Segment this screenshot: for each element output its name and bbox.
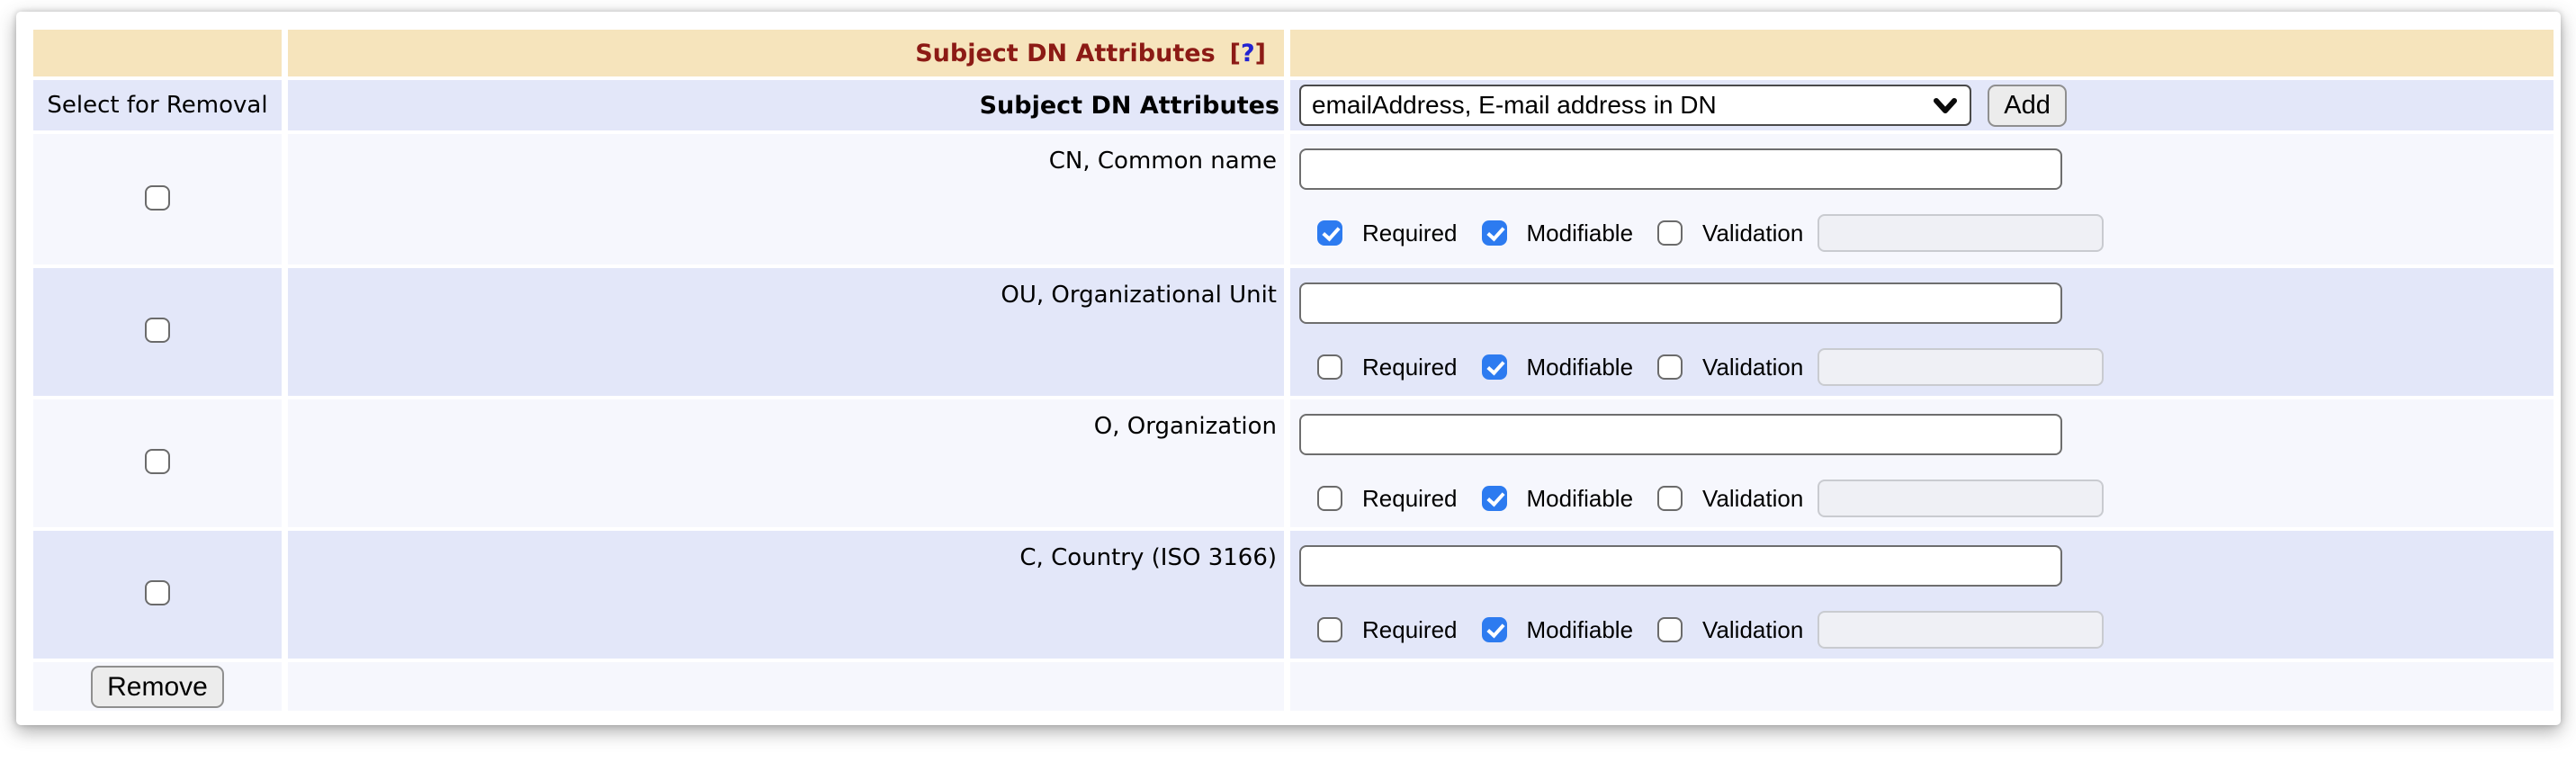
modifiable-label: Modifiable xyxy=(1527,220,1634,247)
section-header-row: Subject DN Attributes [?] xyxy=(33,30,2554,76)
validation-checkbox[interactable] xyxy=(1657,220,1683,246)
attribute-value-input[interactable] xyxy=(1299,282,2062,324)
removal-checkbox[interactable] xyxy=(145,449,170,474)
attribute-label: OU, Organizational Unit xyxy=(288,268,1284,396)
removal-checkbox[interactable] xyxy=(145,185,170,211)
attribute-value-input[interactable] xyxy=(1299,545,2062,587)
removal-checkbox[interactable] xyxy=(145,580,170,605)
modifiable-label: Modifiable xyxy=(1527,354,1634,381)
modifiable-checkbox[interactable] xyxy=(1482,486,1507,511)
validation-label: Validation xyxy=(1702,485,1803,513)
validation-checkbox[interactable] xyxy=(1657,617,1683,642)
attribute-select[interactable]: emailAddress, E-mail address in DN xyxy=(1299,85,1971,126)
modifiable-label: Modifiable xyxy=(1527,485,1634,513)
attribute-row-c: C, Country (ISO 3166) Required Modifiabl… xyxy=(33,531,2554,659)
help-bracket-left: [ xyxy=(1230,40,1241,67)
validation-checkbox[interactable] xyxy=(1657,354,1683,380)
section-title: Subject DN Attributes xyxy=(915,40,1215,67)
attribute-label: C, Country (ISO 3166) xyxy=(288,531,1284,659)
attribute-label: O, Organization xyxy=(288,399,1284,527)
validation-label: Validation xyxy=(1702,616,1803,644)
modifiable-checkbox[interactable] xyxy=(1482,220,1507,246)
required-label: Required xyxy=(1362,485,1458,513)
modifiable-checkbox[interactable] xyxy=(1482,617,1507,642)
attribute-selector-row: Select for Removal Subject DN Attributes… xyxy=(33,80,2554,130)
attribute-label: CN, Common name xyxy=(288,134,1284,264)
validation-label: Validation xyxy=(1702,220,1803,247)
subject-dn-attributes-table: Subject DN Attributes [?] Select for Remo… xyxy=(27,26,2560,714)
attribute-row-cn: CN, Common name Required Modifiable Vali… xyxy=(33,134,2554,264)
add-button[interactable]: Add xyxy=(1988,85,2067,127)
required-checkbox[interactable] xyxy=(1317,220,1342,246)
header-spacer-right xyxy=(1290,30,2554,76)
footer-row: Remove xyxy=(33,662,2554,711)
help-bracket-right: ] xyxy=(1255,40,1266,67)
validation-input[interactable] xyxy=(1818,348,2104,386)
modifiable-checkbox[interactable] xyxy=(1482,354,1507,380)
attribute-select-wrap: emailAddress, E-mail address in DN xyxy=(1299,85,1971,126)
content-card: Subject DN Attributes [?] Select for Remo… xyxy=(16,12,2561,725)
footer-spacer-right xyxy=(1290,662,2554,711)
attribute-row-ou: OU, Organizational Unit Required Modifia… xyxy=(33,268,2554,396)
required-label: Required xyxy=(1362,616,1458,644)
required-checkbox[interactable] xyxy=(1317,354,1342,380)
attribute-value-input[interactable] xyxy=(1299,414,2062,455)
required-label: Required xyxy=(1362,220,1458,247)
section-title-cell: Subject DN Attributes [?] xyxy=(288,30,1284,76)
validation-checkbox[interactable] xyxy=(1657,486,1683,511)
required-checkbox[interactable] xyxy=(1317,486,1342,511)
validation-label: Validation xyxy=(1702,354,1803,381)
required-checkbox[interactable] xyxy=(1317,617,1342,642)
attribute-row-o: O, Organization Required Modifiable Vali… xyxy=(33,399,2554,527)
footer-spacer-middle xyxy=(288,662,1284,711)
help-question-icon: ? xyxy=(1241,40,1255,67)
removal-checkbox[interactable] xyxy=(145,318,170,343)
validation-input[interactable] xyxy=(1818,611,2104,649)
select-for-removal-header: Select for Removal xyxy=(33,80,282,130)
modifiable-label: Modifiable xyxy=(1527,616,1634,644)
remove-button[interactable]: Remove xyxy=(91,666,224,708)
validation-input[interactable] xyxy=(1818,480,2104,517)
attribute-value-input[interactable] xyxy=(1299,148,2062,190)
validation-input[interactable] xyxy=(1818,214,2104,252)
help-link[interactable]: [?] xyxy=(1230,40,1266,67)
header-spacer-left xyxy=(33,30,282,76)
subject-dn-attributes-label: Subject DN Attributes xyxy=(288,80,1284,130)
required-label: Required xyxy=(1362,354,1458,381)
